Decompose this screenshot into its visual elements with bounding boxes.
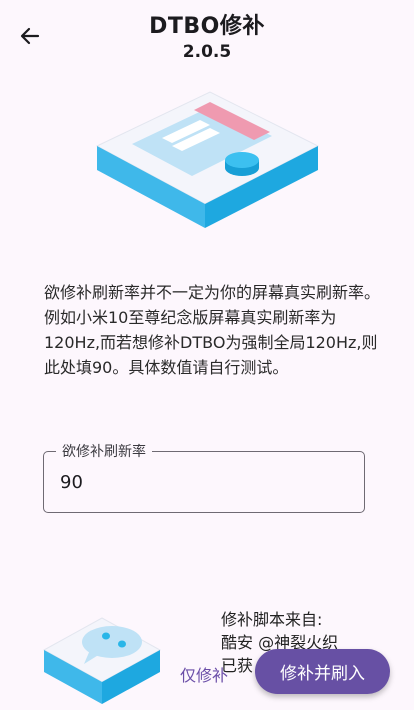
description-line-2: 例如小米10至尊纪念版屏幕真实刷新率为120Hz,而若想修补DTBO为强制全局1… xyxy=(44,308,378,377)
description: 欲修补刷新率并不一定为你的屏幕真实刷新率。 例如小米10至尊纪念版屏幕真实刷新率… xyxy=(44,280,384,380)
patch-and-flash-button[interactable]: 修补并刷入 xyxy=(255,649,390,694)
version-label: 2.0.5 xyxy=(182,42,232,62)
refresh-rate-input[interactable] xyxy=(60,466,340,498)
description-line-1: 欲修补刷新率并不一定为你的屏幕真实刷新率。 xyxy=(44,283,381,302)
refresh-rate-label: 欲修补刷新率 xyxy=(56,441,152,461)
patch-only-button[interactable]: 仅修补 xyxy=(180,662,228,686)
refresh-rate-field[interactable]: 欲修补刷新率 xyxy=(43,441,365,513)
illustration-screen xyxy=(95,91,320,228)
illustration-chat-bubble xyxy=(42,617,162,704)
page-title: DTBO修补 xyxy=(149,14,265,39)
source-line-1: 修补脚本来自: xyxy=(221,610,323,629)
